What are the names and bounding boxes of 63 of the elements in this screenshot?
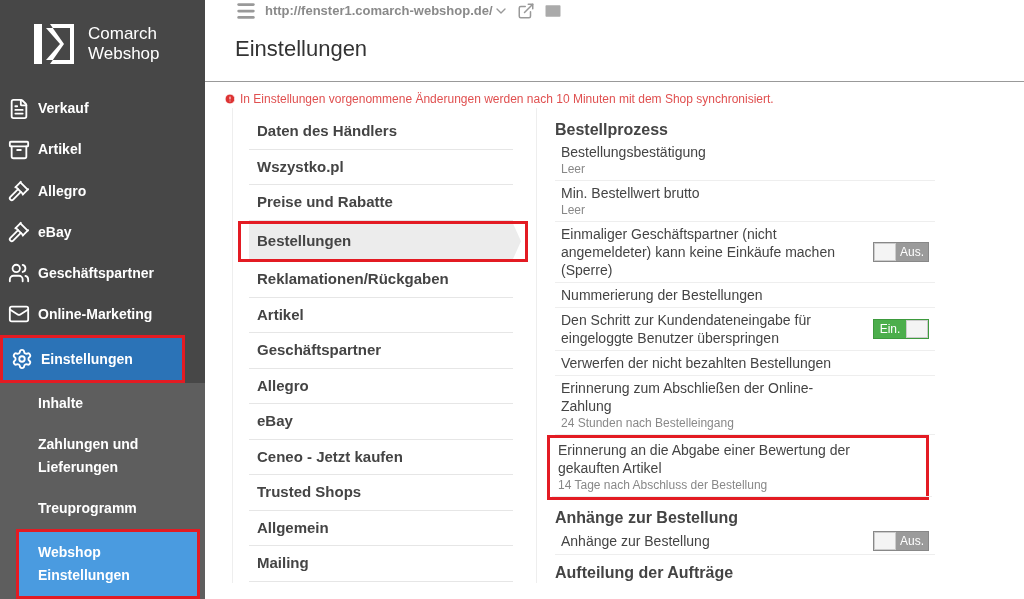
menu-icon[interactable] [235, 0, 257, 22]
setting-label: Bestellungsbestätigung [561, 143, 707, 161]
sidebar-item[interactable]: Verkauf [0, 88, 205, 130]
sidebar-item[interactable]: Artikel [0, 129, 205, 171]
section-heading: Anhänge zur Bestellung [555, 508, 740, 528]
setting-row[interactable]: Den Schritt zur Kundendateneingabe für eingeloggte Benutzer überspringen Ein. [555, 308, 935, 351]
setting-value: Leer [561, 202, 587, 218]
logo-text: Webshop [88, 44, 160, 65]
category-item[interactable]: Bestellungen [249, 223, 521, 259]
setting-row[interactable]: Anhänge zur Bestellung Aus. [555, 528, 935, 555]
sidebar-subitem[interactable]: Treuprogramm [0, 488, 205, 529]
sidebar-item[interactable]: Einstellungen [3, 338, 182, 380]
gavel-icon [8, 180, 30, 202]
setting-label: Nummerierung der Bestellungen [561, 286, 764, 304]
document-icon [8, 97, 30, 120]
page-title: Einstellungen [235, 35, 369, 63]
setting-row[interactable]: Verwerfen der nicht bezahlten Bestellungen [555, 351, 935, 376]
setting-row[interactable]: Erinnerung an die Abgabe einer Bewertung der gekauften Artikel 14 Tage nach Abschluss der Bestellung [552, 438, 932, 497]
setting-label: Den Schritt zur Kundendateneingabe für eingeloggte Benutzer überspringen [561, 311, 812, 347]
section-heading: Aufteilung der Aufträge [555, 563, 735, 583]
sidebar-item[interactable]: Geschäftspartner [0, 252, 205, 294]
setting-label: Verwerfen der nicht bezahlten Bestellungen [561, 354, 833, 372]
setting-label: Einmaliger Geschäftspartner (nicht angemeldeter) kann keine Einkäufe machen (Sperre) [561, 225, 836, 279]
setting-label: Anhänge zur Bestellung [561, 532, 711, 550]
category-item[interactable]: Ceneo - Jetzt kaufen [249, 439, 513, 475]
category-item[interactable]: Wszystko.pl [249, 149, 513, 185]
section-heading: Bestellprozess [555, 120, 669, 140]
category-item[interactable]: Daten des Händlers [249, 114, 513, 150]
gavel-icon [8, 221, 30, 244]
shop-url[interactable]: http://fenster1.comarch-webshop.de/ [265, 1, 493, 21]
setting-label: Erinnerung zum Abschließen der Online-Zahlung [561, 379, 815, 415]
setting-row[interactable]: Min. Bestellwert brutto Leer [555, 181, 935, 222]
settings-icon [11, 348, 33, 370]
setting-label: Erinnerung an die Abgabe einer Bewertung der gekauften Artikel [558, 441, 851, 477]
setting-row[interactable]: Bestellungsbestätigung Leer [555, 140, 935, 181]
category-item[interactable]: Allegro [249, 368, 513, 404]
setting-row[interactable]: Nummerierung der Bestellungen [555, 283, 935, 308]
setting-value: Leer [561, 161, 587, 177]
sidebar-subitem[interactable]: Inhalte [0, 383, 205, 424]
external-link-icon[interactable] [516, 2, 535, 20]
setting-row[interactable]: Erinnerung zum Abschließen der Online-Zahlung 24 Stunden nach Bestelleingang [555, 376, 935, 435]
setting-value: 24 Stunden nach Bestelleingang [561, 415, 735, 431]
category-item[interactable]: Artikel [249, 297, 513, 333]
category-item[interactable]: Allgemein [249, 510, 513, 546]
category-item[interactable]: Trusted Shops [249, 475, 513, 511]
category-item[interactable]: Geschäftspartner [249, 333, 513, 369]
setting-value: 14 Tage nach Abschluss der Bestellung [558, 477, 769, 493]
alert-message: In Einstellungen vorgenommene Änderungen werden nach 10 Minuten mit dem Shop synchronisiert. [240, 91, 774, 108]
logo-text: Comarch [88, 24, 158, 45]
setting-row[interactable]: Einmaliger Geschäftspartner (nicht angemeldeter) kann keine Einkäufe machen (Sperre) Aus. [555, 222, 935, 283]
users-icon [8, 262, 30, 285]
sidebar-item[interactable]: Online-Marketing [0, 293, 205, 335]
alert-icon [224, 93, 236, 105]
sidebar-subitem[interactable]: Zahlungen und Lieferungen [0, 424, 205, 488]
logo-icon [32, 22, 76, 67]
category-item[interactable]: Preise und Rabatte [249, 185, 513, 221]
sidebar-item[interactable]: eBay [0, 211, 205, 253]
category-item[interactable]: Mailing [249, 546, 513, 582]
category-item[interactable]: eBay [249, 404, 513, 440]
setting-label: Min. Bestellwert brutto [561, 184, 701, 202]
category-item[interactable]: Reklamationen/Rückgaben [249, 262, 513, 298]
box-icon [8, 138, 30, 161]
sidebar-item[interactable]: Allegro [0, 170, 205, 212]
